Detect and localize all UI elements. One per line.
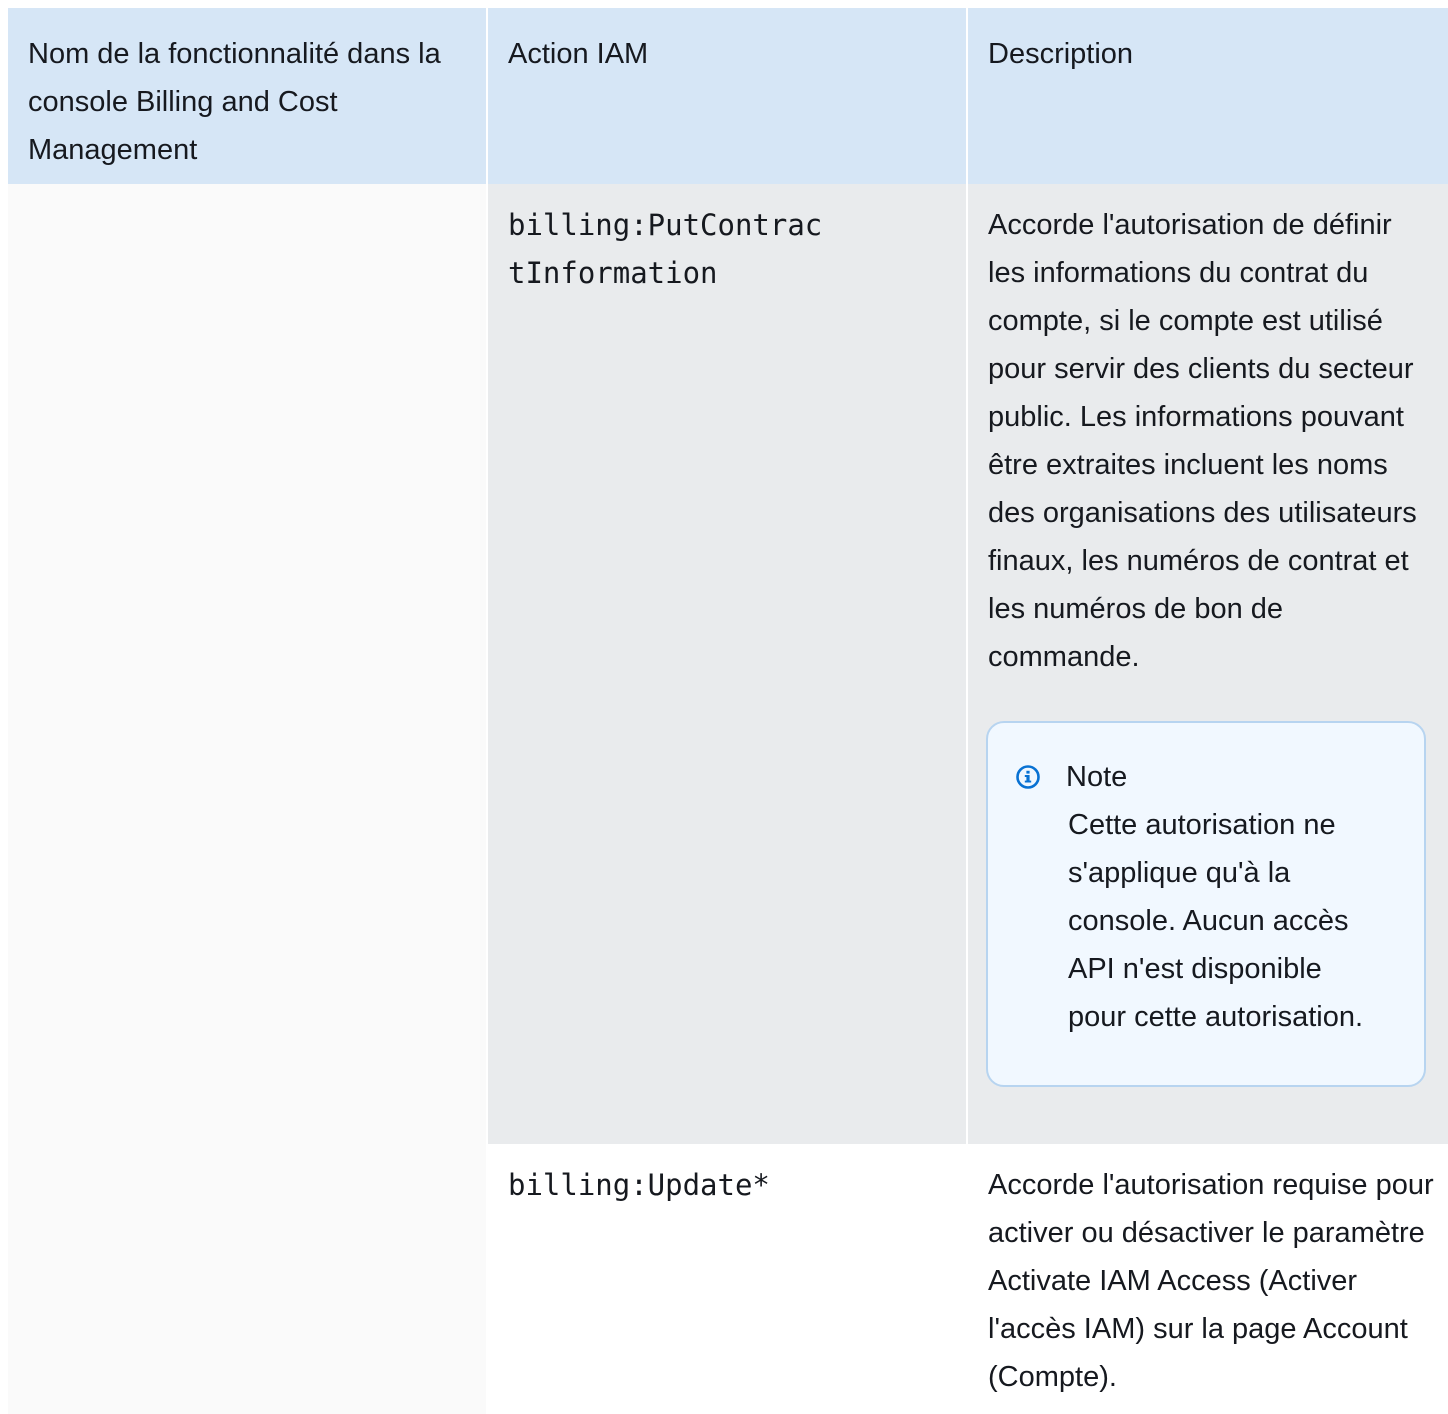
action-cell: billing:Update* xyxy=(488,1144,966,1414)
feature-cell xyxy=(8,184,486,1144)
note-body: Cette autorisation ne s'applique qu'à la… xyxy=(1068,809,1364,1033)
header-feature-label: Nom de la fonctionnalité dans la console… xyxy=(28,38,441,166)
action-code-line: billing:PutContrac xyxy=(508,208,823,242)
description-cell: Accorde l'autorisation requise pour acti… xyxy=(968,1144,1448,1414)
header-description: Description xyxy=(968,8,1448,184)
description-cell: Accorde l'autorisation de définir les in… xyxy=(968,184,1448,1144)
header-feature-name: Nom de la fonctionnalité dans la console… xyxy=(8,8,486,184)
description-text: Accorde l'autorisation requise pour acti… xyxy=(988,1169,1434,1393)
note-title: Note xyxy=(1066,761,1128,793)
action-code-line: billing:Update* xyxy=(508,1168,770,1202)
description-text: Accorde l'autorisation de définir les in… xyxy=(988,209,1417,673)
action-cell: billing:PutContrac tInformation xyxy=(488,184,966,1144)
header-action-label: Action IAM xyxy=(508,38,649,70)
action-code-line: tInformation xyxy=(508,256,718,290)
permissions-table: Nom de la fonctionnalité dans la console… xyxy=(8,8,1448,1414)
header-iam-action: Action IAM xyxy=(488,8,966,184)
header-description-label: Description xyxy=(988,38,1134,70)
feature-cell xyxy=(8,1144,486,1414)
info-icon xyxy=(1016,765,1040,789)
note-header: Note xyxy=(1016,753,1404,801)
note-callout: Note Cette autorisation ne s'applique qu… xyxy=(986,721,1426,1087)
